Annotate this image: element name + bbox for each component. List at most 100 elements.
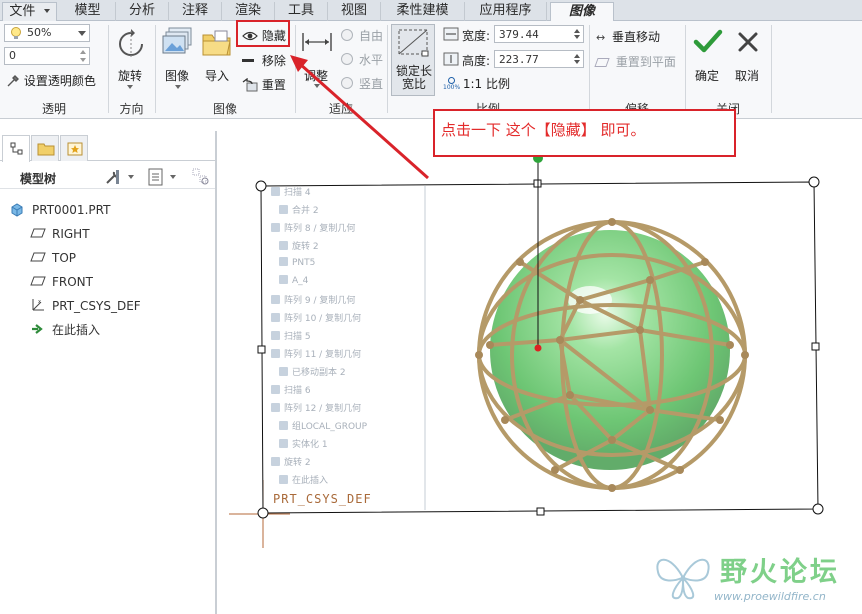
ghost-tree-label: 实体化 1	[292, 440, 328, 450]
ghost-tree-label: 扫描 6	[284, 386, 311, 396]
cancel-button[interactable]: 取消	[730, 27, 766, 87]
model-tree-header: 模型树	[0, 165, 215, 189]
spin-down-icon	[574, 60, 580, 64]
tab-model[interactable]: 模型	[60, 2, 116, 21]
ghost-tree-item: 扫描 6	[271, 383, 311, 401]
chevron-down-icon	[127, 85, 133, 89]
ghost-tree-label: 在此插入	[292, 476, 329, 486]
height-input[interactable]: 223.77	[494, 50, 584, 68]
checkmark-icon	[693, 29, 723, 53]
annotation-text: 点击一下 这个【隐藏】 即可。	[441, 121, 646, 139]
tab-image-label: 图像	[568, 4, 595, 19]
tab-render[interactable]: 渲染	[222, 2, 275, 21]
tab-image[interactable]: 图像	[550, 2, 614, 22]
annotation-callout: 点击一下 这个【隐藏】 即可。	[433, 109, 736, 157]
ghost-tree-item: 阵列 12 / 复制几何	[271, 401, 361, 419]
folder-icon	[202, 30, 231, 56]
ok-button[interactable]: 确定	[690, 27, 726, 87]
ok-label: 确定	[695, 69, 720, 83]
csys-icon: x	[32, 299, 44, 311]
feature-icon	[279, 421, 288, 430]
wrench-icon	[106, 170, 119, 184]
tab-file[interactable]: 文件	[2, 2, 57, 21]
group-label-image: 图像	[212, 102, 237, 116]
image-button[interactable]: 图像	[160, 25, 196, 95]
one-to-one-scale-label: 1:1 比例	[462, 77, 510, 91]
tab-render-label: 渲染	[234, 3, 261, 18]
model-tree-title: 模型树	[20, 172, 57, 186]
feature-icon	[271, 457, 280, 466]
spin-up-icon	[80, 50, 86, 54]
reset-icon	[242, 77, 258, 92]
tree-item-label: RIGHT	[52, 227, 90, 241]
ghost-tree-label: 旋转 2	[292, 242, 319, 252]
ghost-tree-label: 阵列 10 / 复制几何	[284, 314, 362, 324]
width-input[interactable]: 379.44	[494, 25, 584, 43]
ghost-tree-item: 扫描 5	[271, 329, 311, 347]
feature-icon	[279, 367, 288, 376]
tab-annotate[interactable]: 注释	[169, 2, 222, 21]
height-value: 223.77	[499, 53, 539, 66]
feature-icon	[271, 331, 280, 340]
transparency-percent-value: 50%	[27, 26, 52, 39]
vertical-move-label: 垂直移动	[612, 30, 661, 44]
lock-aspect-ratio-button[interactable]: 锁定长宽比	[391, 24, 435, 96]
navigator-tabs	[0, 131, 217, 162]
transparency-percent-combo[interactable]: 50%	[4, 24, 90, 42]
one-to-one-scale-button[interactable]: 100% 1:1 比例	[443, 75, 510, 92]
ghost-tree-label: A_4	[292, 276, 309, 286]
horizontal-radio[interactable]	[341, 53, 353, 65]
tab-file-label: 文件	[9, 4, 36, 19]
reset-to-plane-button[interactable]: 重置到平面	[594, 53, 676, 70]
rotate-icon	[119, 29, 143, 57]
plane-icon	[594, 58, 610, 67]
tab-applications[interactable]: 应用程序	[465, 2, 547, 21]
model-tree-icon	[10, 142, 23, 155]
vertical-move-button[interactable]: ↔ 垂直移动	[596, 28, 660, 45]
ghost-tree-label: 阵列 11 / 复制几何	[284, 350, 362, 360]
reset-button[interactable]: 重置	[242, 76, 286, 93]
ghost-tree-item: 阵列 11 / 复制几何	[271, 347, 361, 365]
tab-flexible-modeling[interactable]: 柔性建模	[381, 2, 465, 21]
chevron-down-icon	[314, 84, 320, 88]
ghost-tree-item: 在此插入	[279, 473, 328, 491]
tree-display-button[interactable]	[148, 168, 182, 186]
tab-folder-browser[interactable]	[31, 135, 59, 161]
tab-analysis[interactable]: 分析	[116, 2, 169, 21]
ribbon-panel: 50% 0 设置透明颜色 透明 旋转 方向 图像 导入 隐藏 移除 重置 图像 …	[0, 20, 862, 119]
tab-annotate-label: 注释	[181, 3, 208, 18]
ghost-tree-item: A_4	[279, 275, 308, 293]
height-icon	[443, 52, 459, 66]
background-csys-label: PRT_CSYS_DEF	[273, 492, 372, 506]
reset-to-plane-label: 重置到平面	[615, 55, 676, 69]
import-button[interactable]: 导入	[200, 25, 234, 85]
creo-image-editor-window: 文件 模型 分析 注释 渲染 工具 视图 柔性建模 应用程序 图像 50% 0	[0, 0, 862, 614]
ghost-tree-item: 合并 2	[279, 203, 319, 221]
ghost-tree-item: 实体化 1	[279, 437, 328, 455]
free-radio[interactable]	[341, 29, 353, 41]
tab-view[interactable]: 视图	[328, 2, 381, 21]
lock-aspect-ratio-label: 锁定长宽比	[395, 64, 432, 91]
hide-highlight-box	[236, 20, 290, 47]
tree-settings-button[interactable]	[104, 168, 140, 186]
rotate-button[interactable]: 旋转	[112, 25, 150, 95]
tab-model-tree[interactable]	[2, 135, 30, 162]
set-transparent-color-button[interactable]: 设置透明颜色	[6, 72, 96, 89]
spin-up-icon	[574, 29, 580, 33]
tab-favorites[interactable]	[60, 135, 88, 161]
feature-icon	[279, 257, 288, 266]
ghost-tree-item: 阵列 10 / 复制几何	[271, 311, 361, 329]
ghost-tree-label: 阵列 12 / 复制几何	[284, 404, 362, 414]
transparency-value-field[interactable]: 0	[4, 47, 90, 65]
adjust-button[interactable]: 调整	[299, 27, 335, 88]
vertical-radio[interactable]	[341, 77, 353, 89]
tab-tools[interactable]: 工具	[275, 2, 328, 21]
remove-button[interactable]: 移除	[242, 52, 286, 69]
ghost-tree-item: 阵列 9 / 复制几何	[271, 293, 355, 311]
ghost-tree-item: 已移动副本 2	[279, 365, 346, 383]
transparency-number-value: 0	[9, 49, 16, 62]
filter-disabled-icon[interactable]	[192, 168, 210, 186]
group-label-orientation: 方向	[119, 102, 144, 116]
image-label: 图像	[165, 69, 190, 83]
free-label: 自由	[359, 29, 384, 43]
